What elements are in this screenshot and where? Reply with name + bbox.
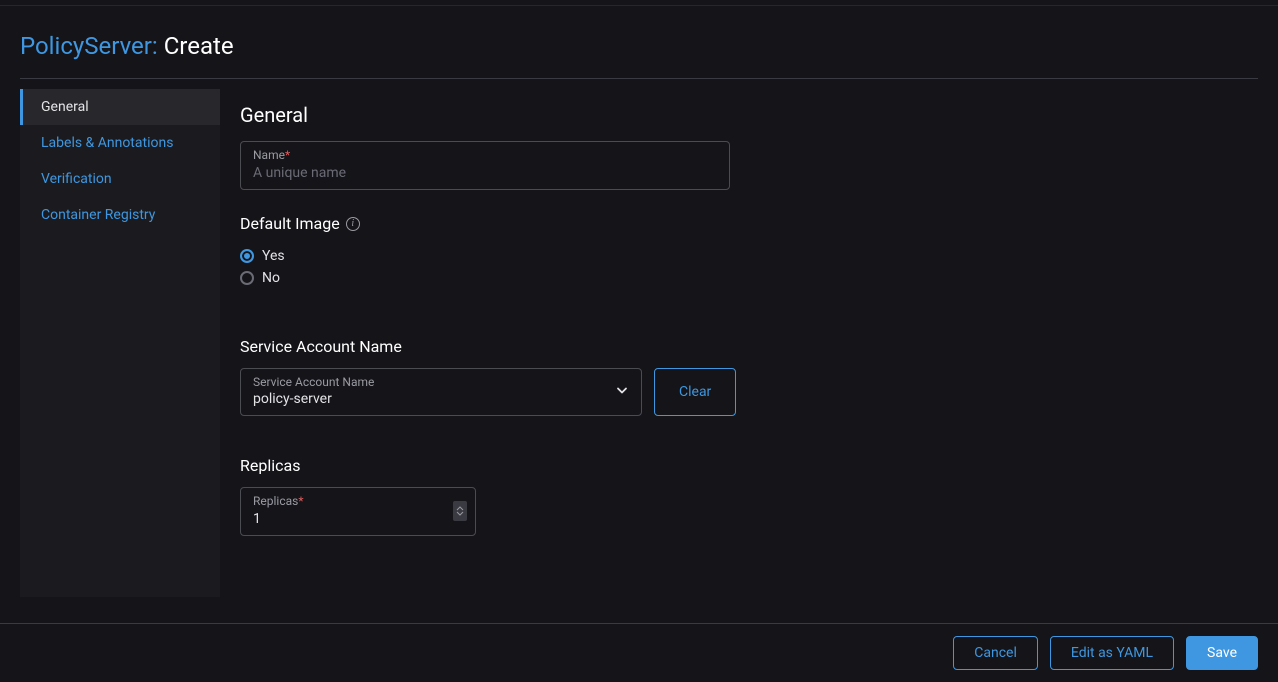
sidebar-item-labels-annotations[interactable]: Labels & Annotations bbox=[20, 125, 220, 161]
replicas-title: Replicas bbox=[240, 456, 1238, 475]
sidebar: General Labels & Annotations Verificatio… bbox=[20, 89, 220, 597]
title-prefix: PolicyServer: bbox=[20, 32, 164, 60]
name-field-label: Name* bbox=[253, 148, 717, 162]
service-account-label: Service Account Name bbox=[253, 375, 629, 389]
page-title: PolicyServer: Create bbox=[20, 32, 1258, 60]
stepper-down-icon bbox=[456, 511, 464, 517]
service-account-select[interactable]: Service Account Name policy-server bbox=[240, 368, 642, 416]
sidebar-item-label: Labels & Annotations bbox=[41, 135, 173, 151]
replicas-stepper[interactable] bbox=[453, 501, 467, 521]
sidebar-item-verification[interactable]: Verification bbox=[20, 161, 220, 197]
clear-button[interactable]: Clear bbox=[654, 368, 736, 416]
service-account-title: Service Account Name bbox=[240, 337, 1238, 356]
radio-option-no[interactable]: No bbox=[240, 267, 1238, 289]
default-image-title: Default Image i bbox=[240, 214, 1238, 233]
replicas-field-container: Replicas* bbox=[240, 487, 476, 536]
info-icon[interactable]: i bbox=[346, 217, 360, 231]
page-header: PolicyServer: Create bbox=[20, 6, 1258, 79]
sidebar-item-label: Verification bbox=[41, 171, 112, 187]
radio-label: Yes bbox=[262, 248, 285, 264]
name-input[interactable] bbox=[253, 165, 717, 181]
footer: Cancel Edit as YAML Save bbox=[0, 623, 1278, 682]
radio-option-yes[interactable]: Yes bbox=[240, 245, 1238, 267]
replicas-label: Replicas* bbox=[253, 494, 453, 508]
service-account-value: policy-server bbox=[253, 391, 629, 407]
default-image-radio-group: Yes No bbox=[240, 245, 1238, 289]
sidebar-item-label: Container Registry bbox=[41, 207, 155, 223]
title-suffix: Create bbox=[164, 32, 234, 60]
sidebar-item-label: General bbox=[41, 99, 89, 115]
save-button[interactable]: Save bbox=[1186, 636, 1258, 670]
sidebar-item-general[interactable]: General bbox=[20, 89, 220, 125]
radio-circle-icon bbox=[240, 271, 254, 285]
main-panel: General Name* Default Image i Yes No bbox=[220, 89, 1258, 597]
sidebar-item-container-registry[interactable]: Container Registry bbox=[20, 197, 220, 233]
chevron-down-icon bbox=[615, 383, 629, 402]
section-title-general: General bbox=[240, 103, 1238, 127]
replicas-input[interactable] bbox=[253, 511, 453, 527]
edit-as-yaml-button[interactable]: Edit as YAML bbox=[1050, 636, 1174, 670]
name-field-container: Name* bbox=[240, 141, 730, 190]
radio-circle-icon bbox=[240, 249, 254, 263]
radio-label: No bbox=[262, 270, 280, 286]
cancel-button[interactable]: Cancel bbox=[953, 636, 1038, 670]
